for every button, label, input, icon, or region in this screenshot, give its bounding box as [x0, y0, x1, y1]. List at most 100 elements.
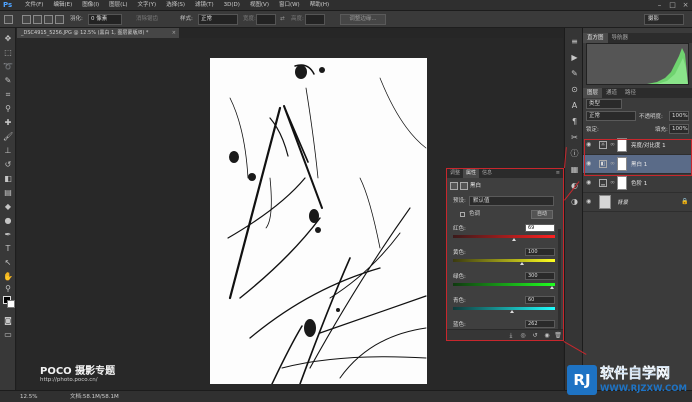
- adjustments-panel-icon[interactable]: ◑: [569, 196, 580, 207]
- width-input[interactable]: [256, 14, 276, 25]
- workspace-select[interactable]: 摄影: [644, 14, 684, 25]
- menu-select[interactable]: 选择(S): [161, 0, 190, 11]
- close-tab-icon[interactable]: ×: [172, 28, 176, 38]
- antialias-checkbox[interactable]: 消除锯齿: [136, 14, 158, 25]
- eraser-icon[interactable]: ◧: [3, 174, 13, 184]
- brush-icon[interactable]: 🖌: [3, 132, 13, 142]
- new-selection-icon[interactable]: [22, 15, 31, 24]
- clone-source-icon[interactable]: ⊙: [569, 84, 580, 95]
- style-select[interactable]: 正常: [198, 14, 238, 25]
- tab-channels[interactable]: 通道: [602, 88, 621, 98]
- swap-icon[interactable]: ⇄: [280, 14, 285, 25]
- background-color-swatch[interactable]: [7, 300, 15, 308]
- reset-icon[interactable]: ↺: [531, 332, 539, 339]
- blur-icon[interactable]: ◆: [3, 202, 13, 212]
- crop-icon[interactable]: ⌗: [3, 90, 13, 100]
- intersect-selection-icon[interactable]: [55, 15, 64, 24]
- add-selection-icon[interactable]: [33, 15, 42, 24]
- slider-thumb[interactable]: [510, 310, 515, 313]
- marquee-icon[interactable]: ⬚: [3, 48, 13, 58]
- visibility-eye-icon[interactable]: ◉: [586, 179, 591, 186]
- menu-help[interactable]: 帮助(H): [305, 0, 334, 11]
- quick-mask-icon[interactable]: ◙: [3, 316, 13, 326]
- fill-input[interactable]: 100%: [669, 124, 689, 134]
- history-panel-icon[interactable]: ≡: [569, 36, 580, 47]
- gradient-icon[interactable]: ▤: [3, 188, 13, 198]
- history-brush-icon[interactable]: ↺: [3, 160, 13, 170]
- path-select-icon[interactable]: ↖: [3, 258, 13, 268]
- dodge-icon[interactable]: ●: [3, 216, 13, 226]
- height-input[interactable]: [305, 14, 325, 25]
- slider-value-input[interactable]: 100: [525, 248, 555, 256]
- preset-select[interactable]: 默认值: [469, 196, 554, 206]
- menu-image[interactable]: 图像(I): [77, 0, 104, 11]
- slider-track[interactable]: [453, 235, 555, 238]
- tint-checkbox[interactable]: 色调: [457, 210, 480, 219]
- slider-value-input[interactable]: 69: [525, 224, 555, 232]
- slider-value-input[interactable]: 262: [525, 320, 555, 328]
- view-previous-icon[interactable]: ◎: [519, 332, 527, 339]
- feather-input[interactable]: 0 像素: [88, 14, 122, 25]
- visibility-eye-icon[interactable]: ◉: [586, 198, 591, 205]
- layer-mask-thumbnail[interactable]: [617, 176, 627, 190]
- auto-button[interactable]: 自动: [531, 210, 553, 219]
- screen-mode-icon[interactable]: ▭: [3, 330, 13, 340]
- slider-track[interactable]: [453, 307, 555, 310]
- slider-thumb[interactable]: [549, 286, 554, 289]
- type-icon[interactable]: T: [3, 244, 13, 254]
- menu-window[interactable]: 窗口(W): [274, 0, 305, 11]
- menu-edit[interactable]: 编辑(E): [48, 0, 77, 11]
- tab-adjustments[interactable]: 调整: [447, 169, 463, 178]
- actions-panel-icon[interactable]: ▶: [569, 52, 580, 63]
- maximize-icon[interactable]: □: [668, 1, 677, 9]
- properties-scrollbar[interactable]: [558, 229, 561, 329]
- menu-3d[interactable]: 3D(D): [219, 0, 245, 11]
- tab-info[interactable]: 信息: [479, 169, 495, 178]
- layer-levels[interactable]: ◉ ▁ ∞ 色阶 1: [583, 174, 692, 193]
- slider-track[interactable]: [453, 259, 555, 262]
- refine-edge-button[interactable]: 调整边缘...: [340, 14, 386, 25]
- paragraph-panel-icon[interactable]: ¶: [569, 116, 580, 127]
- zoom-level[interactable]: 12.5%: [20, 393, 37, 401]
- tool-presets-icon[interactable]: ✂: [569, 132, 580, 143]
- move-tool-icon[interactable]: ✥: [3, 34, 13, 44]
- panel-menu-icon[interactable]: ≡: [556, 169, 560, 178]
- document-image[interactable]: [210, 58, 427, 384]
- delete-icon[interactable]: 🗑: [554, 332, 562, 339]
- quick-select-icon[interactable]: ✎: [3, 76, 13, 86]
- marquee-tool-icon[interactable]: [4, 15, 13, 24]
- visibility-icon[interactable]: ◉: [543, 332, 551, 339]
- swatches-panel-icon[interactable]: ▦: [569, 164, 580, 175]
- tab-paths[interactable]: 路径: [621, 88, 640, 98]
- subtract-selection-icon[interactable]: [44, 15, 53, 24]
- layer-kind-select[interactable]: 类型: [586, 99, 622, 109]
- zoom-icon[interactable]: ⚲: [3, 284, 13, 294]
- healing-brush-icon[interactable]: ✚: [3, 118, 13, 128]
- minimize-icon[interactable]: –: [655, 1, 664, 9]
- slider-value-input[interactable]: 300: [525, 272, 555, 280]
- menu-type[interactable]: 文字(Y): [133, 0, 162, 11]
- document-tab[interactable]: _DSC4915_5256.JPG @ 12.5% (黑白 1, 图层蒙版/8)…: [17, 28, 179, 38]
- clone-stamp-icon[interactable]: ⊥: [3, 146, 13, 156]
- opacity-input[interactable]: 100%: [669, 111, 689, 121]
- lasso-icon[interactable]: ➰: [3, 62, 13, 72]
- mask-icon[interactable]: [460, 182, 468, 190]
- tab-properties[interactable]: 属性: [463, 169, 480, 178]
- slider-thumb[interactable]: [512, 238, 517, 241]
- blend-mode-select[interactable]: 正常: [586, 111, 636, 121]
- slider-value-input[interactable]: 60: [525, 296, 555, 304]
- checkbox-box[interactable]: [460, 212, 465, 217]
- menu-view[interactable]: 视图(V): [245, 0, 274, 11]
- close-icon[interactable]: ×: [681, 1, 690, 9]
- slider-track[interactable]: [453, 283, 555, 286]
- tab-layers[interactable]: 图层: [583, 88, 603, 98]
- character-panel-icon[interactable]: A: [569, 100, 580, 111]
- menu-file[interactable]: 文件(F): [20, 0, 48, 11]
- tab-navigator[interactable]: 导航器: [608, 33, 633, 43]
- eyedropper-icon[interactable]: ⚲: [3, 104, 13, 114]
- tab-histogram[interactable]: 直方图: [583, 33, 608, 43]
- hand-icon[interactable]: ✋: [3, 272, 13, 282]
- info-panel-icon[interactable]: ⓘ: [569, 148, 580, 159]
- menu-layer[interactable]: 图层(L): [104, 0, 132, 11]
- pen-icon[interactable]: ✒: [3, 230, 13, 240]
